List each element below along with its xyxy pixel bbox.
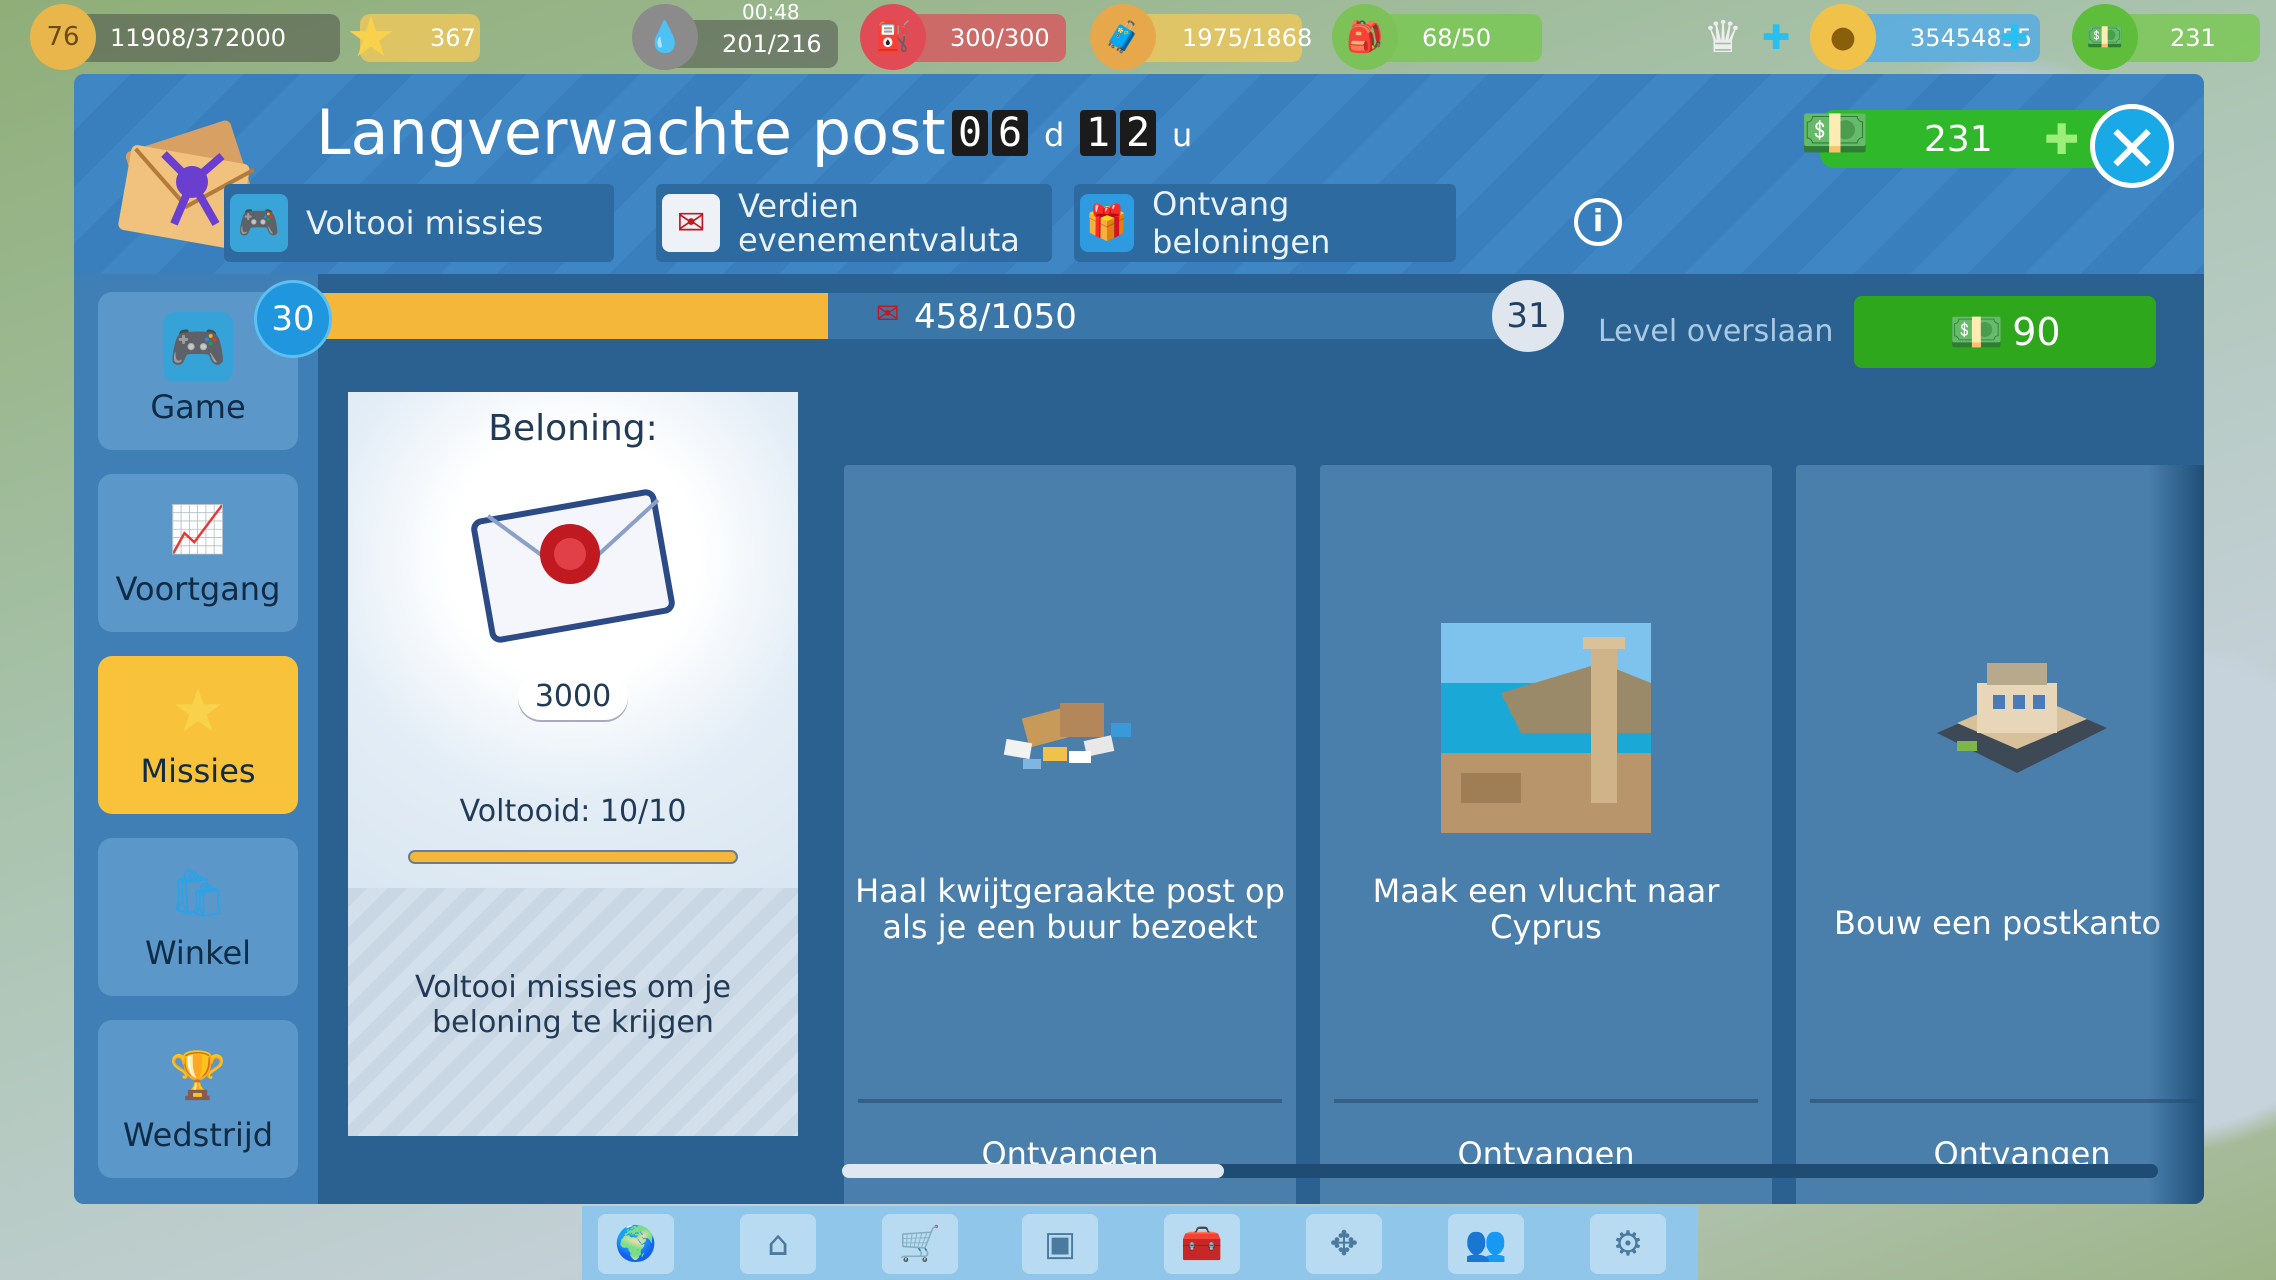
fuel-drop-icon: 💧 bbox=[632, 4, 698, 70]
cash-icon: 💵 bbox=[2072, 4, 2138, 70]
level-wings-icon[interactable]: 76 bbox=[30, 4, 96, 70]
coins-plus-icon[interactable]: ✚ bbox=[2000, 18, 2029, 58]
scrollbar-thumb[interactable] bbox=[842, 1164, 1224, 1178]
event-progress-fill bbox=[274, 293, 828, 339]
sealed-letter-icon: ✉ bbox=[662, 194, 720, 252]
sidebar-item-label: Voortgang bbox=[115, 570, 281, 608]
card-fade-overlay bbox=[2148, 465, 2204, 1204]
fuel-can-icon: ⛽ bbox=[860, 4, 926, 70]
cash-icon: 💵 bbox=[1949, 307, 2005, 358]
sidebar-item-wedstrijd[interactable]: 🏆 Wedstrijd bbox=[98, 1020, 298, 1178]
gift-icon: 🎁 bbox=[1080, 194, 1135, 252]
friends-icon[interactable]: 👥 bbox=[1448, 1214, 1524, 1274]
mission-card[interactable]: Haal kwijtgeraakte post op als je een bu… bbox=[844, 465, 1296, 1204]
crown-plus-icon[interactable]: ✚ bbox=[1762, 18, 1791, 58]
skip-level-label: Level overslaan bbox=[1598, 314, 1834, 349]
tab-label: Voltooi missies bbox=[306, 204, 544, 242]
backpack-icon: 🎒 bbox=[1332, 4, 1398, 70]
money-counter[interactable]: 💵 231 ✚ bbox=[1800, 101, 2120, 168]
top-hud: 11908/372000 76 367 ★ 00:48 201/216 💧 30… bbox=[0, 0, 2276, 76]
event-dialog: Langverwachte post 0 6 d 1 2 u 🎮 Voltooi… bbox=[74, 74, 2204, 1204]
tab-label: Verdien evenementvaluta bbox=[738, 187, 1020, 259]
crown-icon[interactable]: ♛ bbox=[1690, 4, 1756, 70]
cyprus-photo bbox=[1441, 623, 1651, 833]
cash-stack-icon: 💵 bbox=[1800, 101, 1870, 166]
cargo-value: 1975/1868 bbox=[1182, 24, 1313, 52]
shopping-cart-icon[interactable]: 🛒 bbox=[882, 1214, 958, 1274]
tab-label: Ontvang beloningen bbox=[1152, 185, 1331, 261]
timer-day-digit-1: 0 bbox=[952, 110, 988, 156]
scattered-mail-icon bbox=[1003, 703, 1131, 769]
sealed-letter-icon: ✉ bbox=[876, 297, 900, 330]
reward-header: Beloning: bbox=[488, 408, 658, 449]
chest-icon[interactable]: 🧰 bbox=[1164, 1214, 1240, 1274]
mission-text: Maak een vlucht naar Cyprus bbox=[1372, 872, 1720, 946]
timer-hour-digit-2: 2 bbox=[1120, 110, 1156, 156]
reward-progress-fill bbox=[410, 852, 736, 862]
timer-day-digit-2: 6 bbox=[992, 110, 1028, 156]
coins-icon: ● bbox=[1810, 4, 1876, 70]
timer-days-unit: d bbox=[1044, 116, 1065, 154]
tab-voltooi-missies[interactable]: 🎮 Voltooi missies bbox=[224, 184, 614, 262]
card-divider bbox=[1334, 1099, 1758, 1103]
star-icon: ★ bbox=[345, 4, 397, 70]
sidebar-item-label: Wedstrijd bbox=[122, 1116, 274, 1154]
post-office-building-icon bbox=[1937, 663, 2107, 773]
sidebar-item-label: Missies bbox=[140, 752, 256, 790]
sidebar-item-missies[interactable]: ★ Missies bbox=[98, 656, 298, 814]
sidebar-item-voortgang[interactable]: 📈 Voortgang bbox=[98, 474, 298, 632]
sealed-envelope-icon bbox=[471, 489, 675, 643]
next-level-badge: 31 bbox=[1492, 280, 1564, 352]
money-value: 231 bbox=[1924, 118, 1993, 160]
growth-chart-icon: 📈 bbox=[169, 501, 227, 556]
event-progress-bar: ✉ 458/1050 bbox=[274, 293, 1544, 339]
timer-hours-unit: u bbox=[1172, 116, 1193, 154]
reward-amount: 3000 bbox=[518, 674, 628, 720]
sidebar-item-label: Game bbox=[150, 388, 246, 426]
move-arrows-icon[interactable]: ✥ bbox=[1306, 1214, 1382, 1274]
bottom-toolbar: 🌍 ⌂ 🛒 ▣ 🧰 ✥ 👥 ⚙ bbox=[582, 1206, 1698, 1280]
skip-level-cost: 90 bbox=[2012, 310, 2061, 354]
tab-ontvang-beloningen[interactable]: 🎁 Ontvang beloningen bbox=[1074, 184, 1456, 262]
mission-card[interactable]: Maak een vlucht naar Cyprus Ontvangen bbox=[1320, 465, 1772, 1204]
mission-card[interactable]: Bouw een postkanto Ontvangen bbox=[1796, 465, 2204, 1204]
card-divider bbox=[1810, 1099, 2204, 1103]
current-level-badge: 30 bbox=[254, 280, 332, 358]
stars-value: 367 bbox=[430, 24, 476, 52]
crew-value: 68/50 bbox=[1422, 24, 1492, 52]
sidebar: 🎮 Game 📈 Voortgang ★ Missies 🛍 Winkel 🏆 … bbox=[74, 274, 318, 1204]
gameboy-icon: 🎮 bbox=[163, 312, 233, 382]
timer-hour-digit-1: 1 bbox=[1080, 110, 1116, 156]
tab-verdien-evenementvaluta[interactable]: ✉ Verdien evenementvaluta bbox=[656, 184, 1052, 262]
reward-note: Voltooi missies om je beloning te krijge… bbox=[348, 888, 798, 1136]
close-button[interactable]: ✕ bbox=[2090, 104, 2174, 188]
info-button[interactable]: i bbox=[1574, 198, 1622, 246]
card-divider bbox=[858, 1099, 1282, 1103]
reward-panel: Beloning: 3000 Voltooid: 10/10 Voltooi m… bbox=[348, 392, 798, 1136]
trophy-icon: 🏆 bbox=[169, 1047, 227, 1102]
shopping-bag-icon: 🛍 bbox=[168, 865, 228, 920]
gameboy-icon: 🎮 bbox=[230, 194, 288, 252]
bucks-value: 231 bbox=[2170, 24, 2216, 52]
crate-icon[interactable]: ▣ bbox=[1022, 1214, 1098, 1274]
cards-scrollbar[interactable] bbox=[842, 1164, 2158, 1178]
settings-gear-icon[interactable]: ⚙ bbox=[1590, 1214, 1666, 1274]
level-value: 76 bbox=[46, 22, 80, 52]
skip-level-button[interactable]: 💵 90 bbox=[1854, 296, 2156, 368]
fuel-value: 201/216 bbox=[722, 30, 822, 58]
star-icon: ★ bbox=[171, 676, 225, 746]
sidebar-item-label: Winkel bbox=[144, 934, 252, 972]
hangar-icon[interactable]: ⌂ bbox=[740, 1214, 816, 1274]
mission-text: Haal kwijtgeraakte post op als je een bu… bbox=[855, 872, 1285, 946]
event-progress-value: 458/1050 bbox=[914, 297, 1077, 337]
reward-completed: Voltooid: 10/10 bbox=[459, 794, 687, 829]
reward-progress-bar bbox=[408, 850, 738, 864]
world-map-icon[interactable]: 🌍 bbox=[598, 1214, 674, 1274]
dialog-title: Langverwachte post bbox=[316, 96, 946, 169]
sidebar-item-winkel[interactable]: 🛍 Winkel bbox=[98, 838, 298, 996]
fuel-can-value: 300/300 bbox=[950, 24, 1050, 52]
suitcase-icon: 🧳 bbox=[1090, 4, 1156, 70]
xp-value: 11908/372000 bbox=[110, 24, 287, 52]
add-money-icon[interactable]: ✚ bbox=[2044, 115, 2079, 164]
